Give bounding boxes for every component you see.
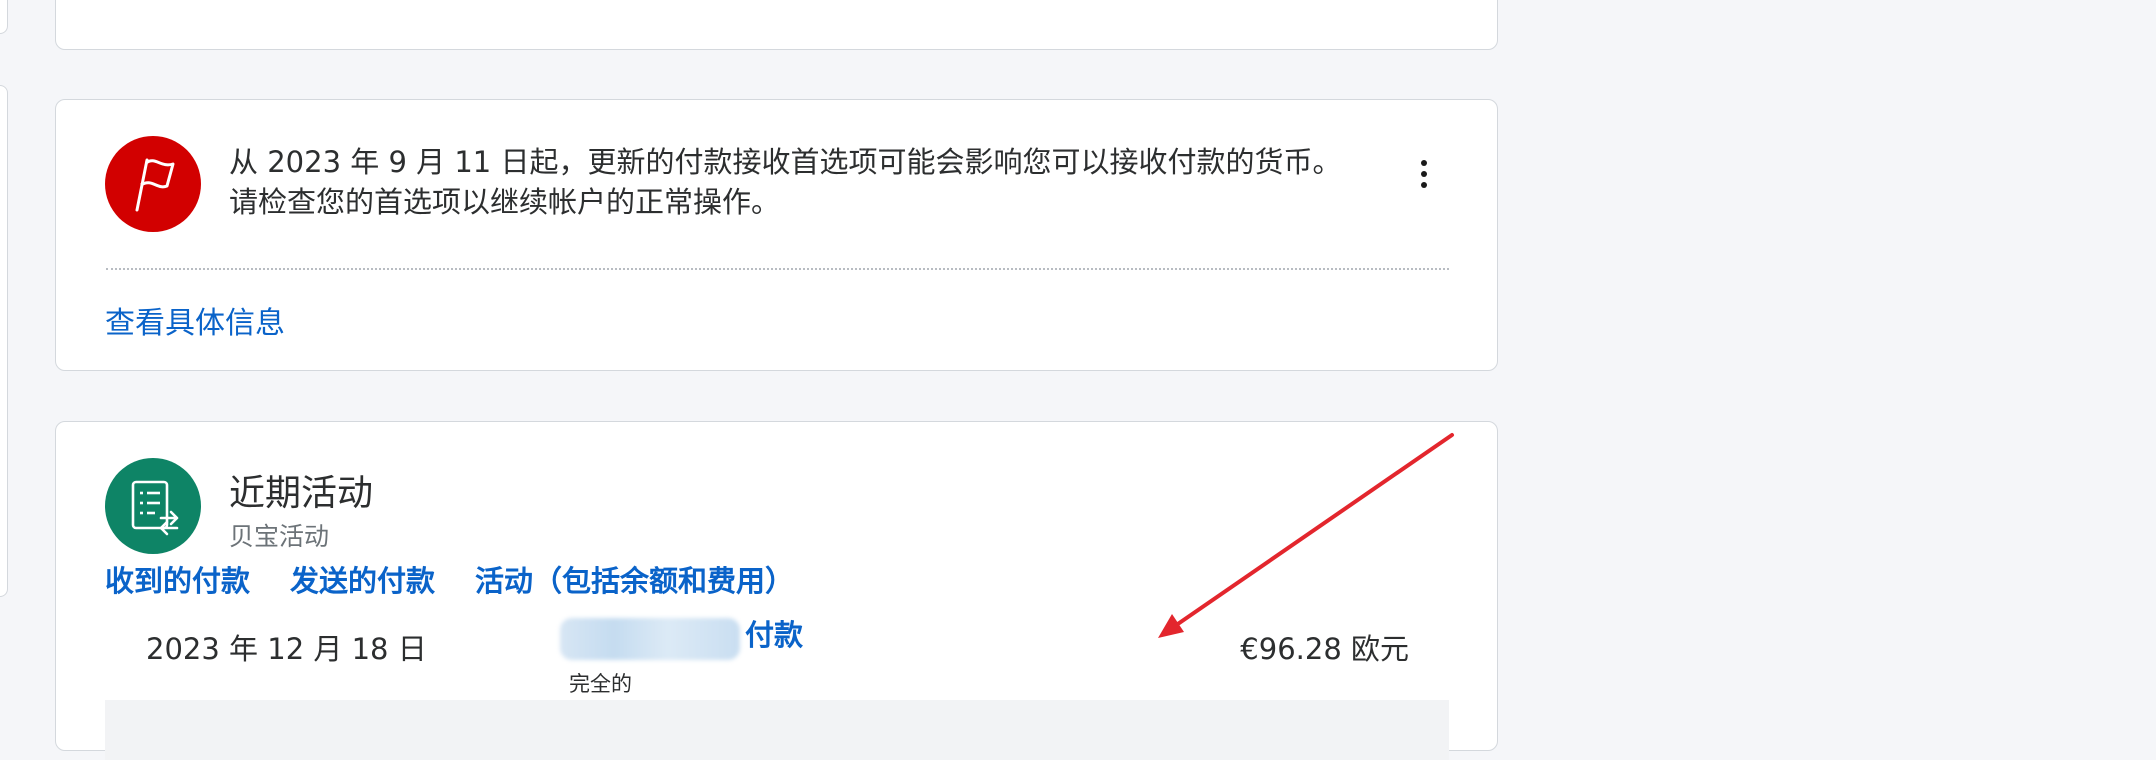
tab-payments-received[interactable]: 收到的付款: [105, 558, 250, 600]
row-amount: €96.28 欧元: [1240, 632, 1409, 666]
notice-card: 从 2023 年 9 月 11 日起，更新的付款接收首选项可能会影响您可以接收付…: [55, 99, 1498, 371]
row-status: 完全的: [569, 672, 632, 696]
notice-line-2: 请检查您的首选项以继续帐户的正常操作。: [229, 185, 781, 219]
recent-activity-title: 近期活动: [229, 473, 374, 514]
left-panel-edge-top: [0, 0, 8, 34]
activity-tabs: 收到的付款 发送的付款 活动（包括余额和费用）: [105, 558, 794, 600]
tab-all-activity[interactable]: 活动（包括余额和费用）: [475, 558, 794, 600]
tab-payments-sent[interactable]: 发送的付款: [290, 558, 435, 600]
notice-line-1: 从 2023 年 9 月 11 日起，更新的付款接收首选项可能会影响您可以接收付…: [229, 145, 1342, 179]
row-payer-link[interactable]: 付款: [745, 612, 803, 654]
previous-card: [55, 0, 1498, 50]
activity-row[interactable]: 2023 年 12 月 18 日 付款 完全的 €96.28 欧元: [105, 612, 1449, 760]
view-details-link[interactable]: 查看具体信息: [105, 298, 285, 342]
recent-activity-subtitle: 贝宝活动: [229, 522, 330, 551]
more-options-icon[interactable]: [1406, 152, 1442, 196]
row-date: 2023 年 12 月 18 日: [146, 632, 427, 666]
notice-message: 从 2023 年 9 月 11 日起，更新的付款接收首选项可能会影响您可以接收付…: [229, 142, 1429, 222]
left-panel-edge-main: [0, 85, 8, 597]
next-row-band: [105, 700, 1449, 760]
recent-activity-card: 近期活动 贝宝活动 收到的付款 发送的付款 活动（包括余额和费用） 2023 年…: [55, 421, 1498, 760]
transactions-icon: [105, 458, 201, 554]
divider: [106, 268, 1449, 270]
redacted-name-blur: [560, 618, 740, 660]
flag-icon: [105, 136, 201, 232]
